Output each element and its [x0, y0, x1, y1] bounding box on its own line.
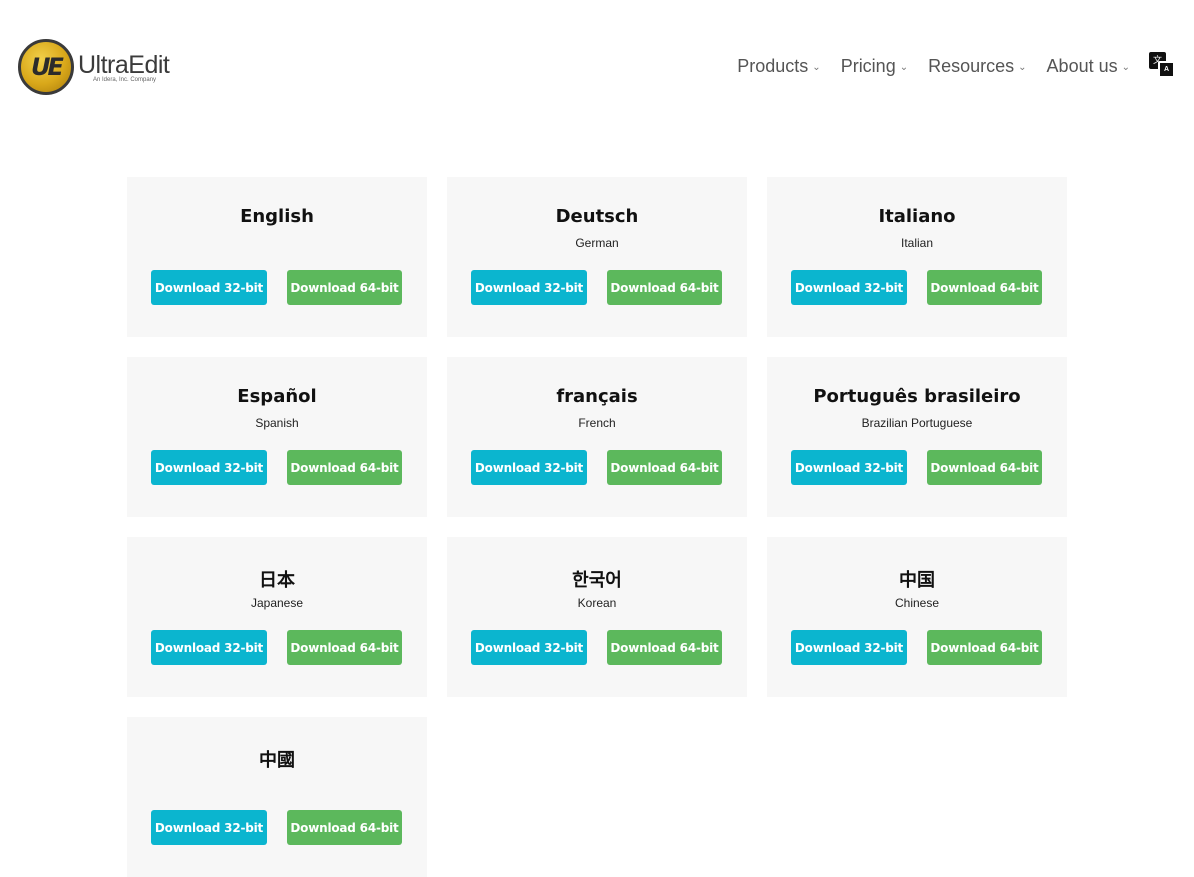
nav-resources[interactable]: Resources ⌄: [928, 56, 1026, 77]
language-card: Italiano Italian Download 32-bit Downloa…: [767, 177, 1067, 337]
language-name: Deutsch: [555, 206, 639, 227]
download-64bit-button[interactable]: Download 64-bit: [287, 270, 402, 305]
ue-logo-icon: UE: [18, 39, 74, 95]
language-name: 中國: [259, 750, 295, 771]
nav-label: Products: [737, 56, 809, 76]
download-64bit-button[interactable]: Download 64-bit: [607, 270, 722, 305]
language-subtitle: German: [575, 236, 619, 250]
nav-label: Resources: [928, 56, 1015, 76]
translate-glyph-front: A: [1158, 61, 1175, 78]
language-name: Italiano: [878, 206, 956, 227]
chevron-down-icon: ⌄: [899, 62, 909, 73]
language-subtitle: French: [578, 416, 616, 430]
download-32bit-button[interactable]: Download 32-bit: [151, 450, 267, 485]
logo-mark-text: UE: [31, 53, 64, 81]
download-32bit-button[interactable]: Download 32-bit: [791, 630, 907, 665]
language-subtitle: Italian: [900, 236, 934, 250]
language-card: Español Spanish Download 32-bit Download…: [127, 357, 427, 517]
language-card: Português brasileiro Brazilian Portugues…: [767, 357, 1067, 517]
download-64bit-button[interactable]: Download 64-bit: [927, 630, 1042, 665]
download-32bit-button[interactable]: Download 32-bit: [151, 270, 267, 305]
download-64bit-button[interactable]: Download 64-bit: [287, 630, 402, 665]
language-name: Português brasileiro: [813, 386, 1021, 407]
language-subtitle: Spanish: [255, 416, 299, 430]
language-subtitle: Korean: [577, 596, 617, 610]
nav-label: Pricing: [840, 56, 896, 76]
brand-tagline: An Idera, Inc. Company: [93, 77, 157, 83]
nav-pricing[interactable]: Pricing ⌄: [841, 56, 908, 77]
download-64bit-button[interactable]: Download 64-bit: [927, 450, 1042, 485]
language-subtitle: Japanese: [250, 596, 304, 610]
download-32bit-button[interactable]: Download 32-bit: [471, 630, 587, 665]
download-64bit-button[interactable]: Download 64-bit: [927, 270, 1042, 305]
download-32bit-button[interactable]: Download 32-bit: [471, 270, 587, 305]
language-card: Deutsch German Download 32-bit Download …: [447, 177, 747, 337]
brand-name: UltraEdit: [78, 51, 170, 79]
download-32bit-button[interactable]: Download 32-bit: [151, 810, 267, 845]
language-card: 中国 Chinese Download 32-bit Download 64-b…: [767, 537, 1067, 697]
language-name: 日本: [259, 570, 295, 591]
language-name: English: [240, 206, 314, 227]
chevron-down-icon: ⌄: [1018, 62, 1027, 73]
main-nav: Products ⌄ Pricing ⌄ Resources ⌄ About u…: [737, 56, 1130, 77]
language-card: français French Download 32-bit Download…: [447, 357, 747, 517]
download-32bit-button[interactable]: Download 32-bit: [791, 450, 907, 485]
language-card: 日本 Japanese Download 32-bit Download 64-…: [127, 537, 427, 697]
language-subtitle: Brazilian Portuguese: [861, 416, 973, 430]
language-name: français: [556, 386, 638, 407]
download-32bit-button[interactable]: Download 32-bit: [791, 270, 907, 305]
language-subtitle: Chinese: [894, 596, 940, 610]
chevron-down-icon: ⌄: [1121, 62, 1130, 73]
download-64bit-button[interactable]: Download 64-bit: [607, 630, 722, 665]
brand-logo[interactable]: UE UltraEdit An Idera, Inc. Company: [18, 39, 178, 95]
download-64bit-button[interactable]: Download 64-bit: [287, 810, 402, 845]
nav-products[interactable]: Products ⌄: [737, 56, 820, 77]
nav-label: About us: [1046, 56, 1118, 76]
language-name: Español: [237, 386, 317, 407]
nav-about-us[interactable]: About us ⌄: [1047, 56, 1130, 77]
language-card: 中國 Download 32-bit Download 64-bit: [127, 717, 427, 877]
download-32bit-button[interactable]: Download 32-bit: [151, 630, 267, 665]
language-name: 中国: [899, 570, 935, 591]
chevron-down-icon: ⌄: [812, 62, 821, 73]
language-download-grid: English Download 32-bit Download 64-bit …: [127, 177, 1067, 877]
download-32bit-button[interactable]: Download 32-bit: [471, 450, 587, 485]
language-card: 한국어 Korean Download 32-bit Download 64-b…: [447, 537, 747, 697]
download-64bit-button[interactable]: Download 64-bit: [607, 450, 722, 485]
language-name: 한국어: [572, 570, 622, 591]
download-64bit-button[interactable]: Download 64-bit: [287, 450, 402, 485]
language-card: English Download 32-bit Download 64-bit: [127, 177, 427, 337]
translate-icon[interactable]: 文 A: [1149, 52, 1175, 78]
